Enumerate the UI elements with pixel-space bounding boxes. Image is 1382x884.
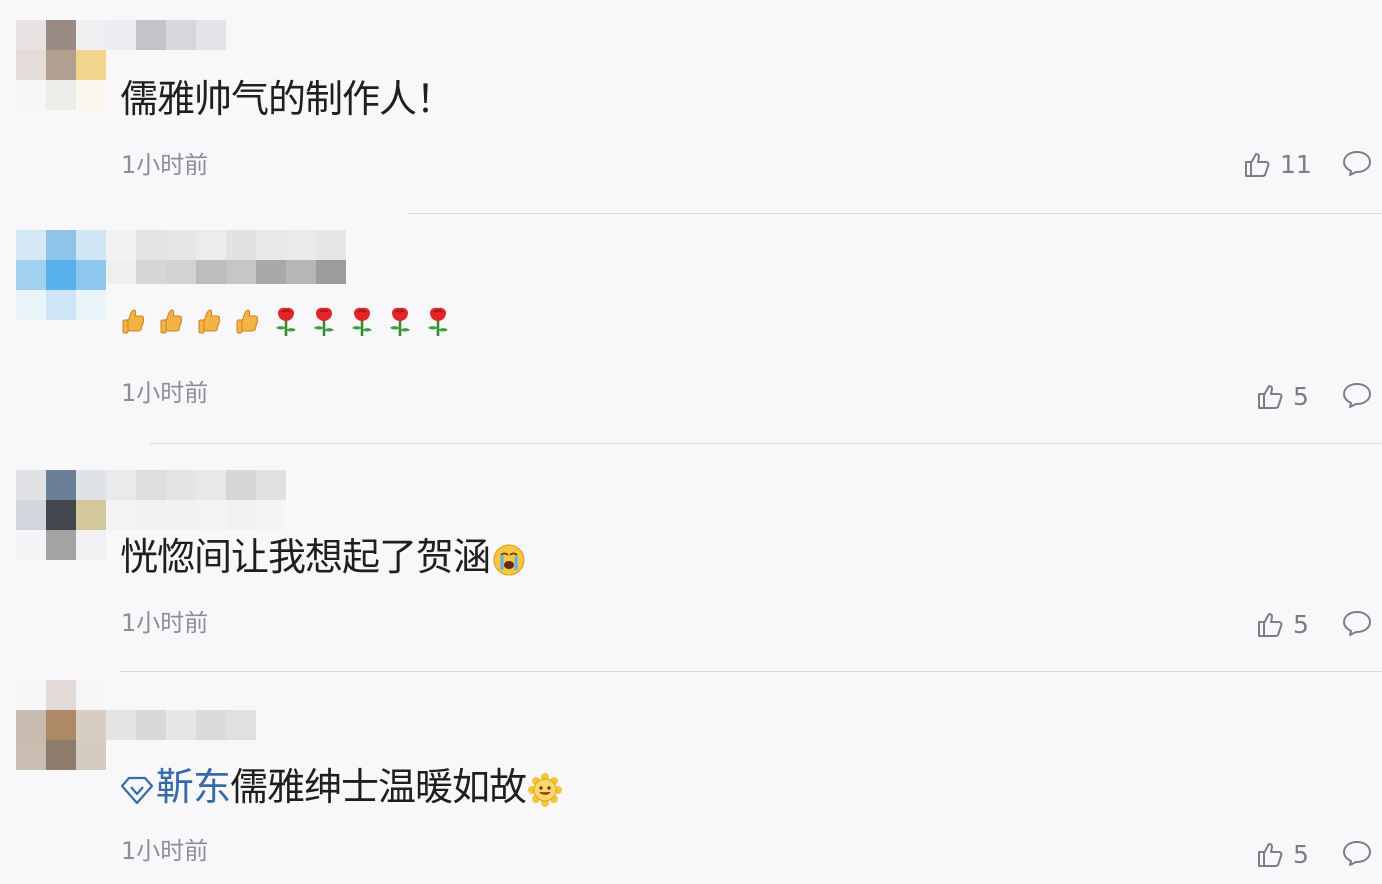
thumbs-up-outline-icon	[1258, 843, 1283, 867]
like-count: 5	[1293, 839, 1309, 869]
diamond-badge-icon[interactable]	[120, 775, 154, 805]
comment-time: 1小时前	[121, 837, 209, 865]
speech-bubble-icon[interactable]	[1342, 839, 1372, 867]
sunflower-smile-emoji	[528, 772, 563, 807]
username[interactable]	[106, 710, 256, 740]
avatar[interactable]	[16, 680, 106, 770]
like-button[interactable]: 5	[1257, 839, 1309, 869]
mention-link[interactable]: 靳东	[156, 765, 231, 809]
comment-item: 靳东儒雅绅士温暖如故 1小时前 5	[0, 0, 1382, 884]
comment-text-line: 靳东儒雅绅士温暖如故	[120, 764, 563, 810]
comment-text: 儒雅绅士温暖如故	[230, 765, 527, 809]
